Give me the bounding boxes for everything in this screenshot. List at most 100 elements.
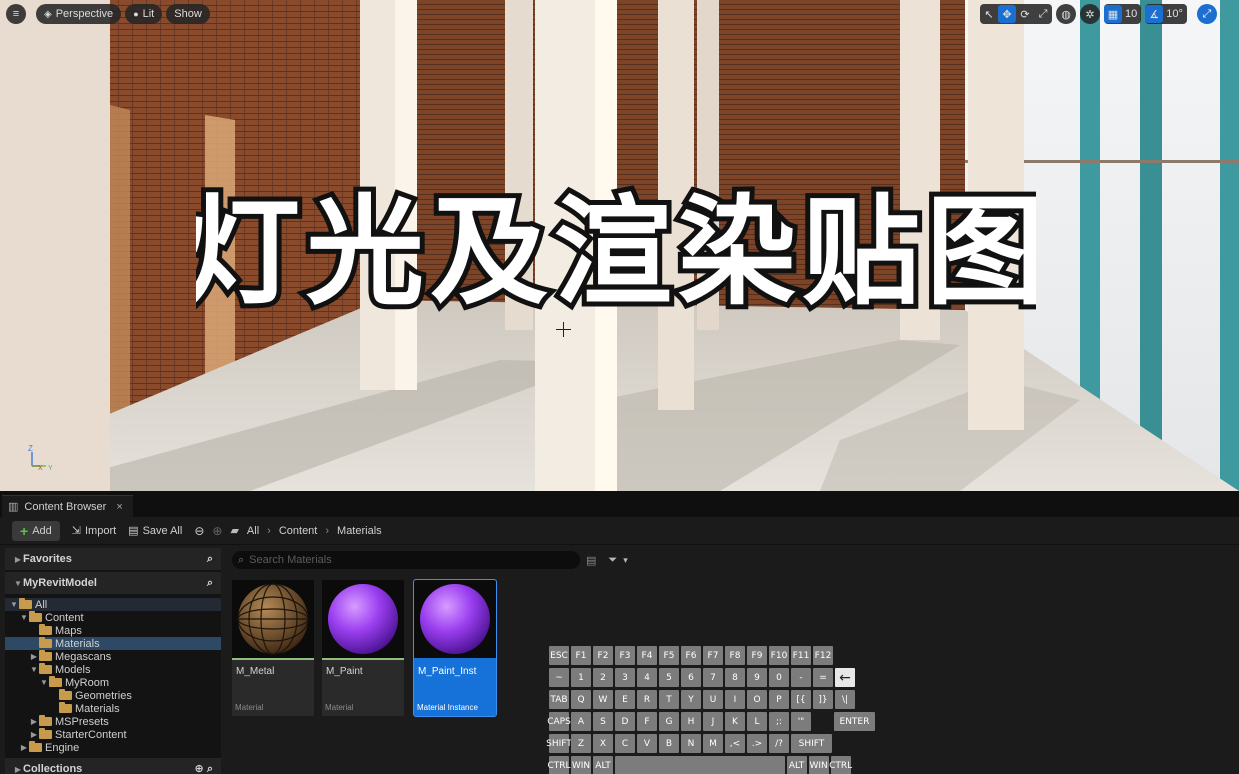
key-ctrl[interactable]: CTRL xyxy=(547,756,571,774)
key-y[interactable]: Y xyxy=(681,690,701,709)
select-tool-icon[interactable]: ↖ xyxy=(980,5,998,23)
project-header[interactable]: ▼MyRevitModel ⌕ xyxy=(5,572,221,594)
key-6[interactable]: 6 xyxy=(681,668,701,687)
key-f5[interactable]: F5 xyxy=(659,646,679,665)
tree-item-megascans[interactable]: ▶ Megascans xyxy=(5,650,221,663)
content-browser-tab[interactable]: ▥ Content Browser × xyxy=(2,495,133,517)
key-f7[interactable]: F7 xyxy=(703,646,723,665)
key-z[interactable]: Z xyxy=(571,734,591,753)
tree-item-maps[interactable]: Maps xyxy=(5,624,221,637)
key-alt[interactable]: ALT xyxy=(786,756,807,774)
breadcrumb-item-content[interactable]: Content xyxy=(279,525,318,537)
key-alt[interactable]: ALT xyxy=(593,756,613,774)
lit-button[interactable]: ● Lit xyxy=(125,4,163,24)
import-button[interactable]: ⇲ Import xyxy=(72,524,116,538)
key-tab[interactable]: TAB xyxy=(549,690,569,709)
key-shift[interactable]: SHIFT xyxy=(546,734,572,753)
level-viewport[interactable]: ≡ ◈ Perspective ● Lit Show ↖ ✥ ⟳ ⤢ ◍ ✲ ▦… xyxy=(0,0,1239,491)
scale-tool-icon[interactable]: ⤢ xyxy=(1034,5,1052,23)
key-1[interactable]: 1 xyxy=(571,668,591,687)
tree-item-models[interactable]: ▼ Models xyxy=(5,663,221,676)
key-q[interactable]: Q xyxy=(571,690,591,709)
key-s[interactable]: S xyxy=(593,712,613,731)
search-materials-box[interactable]: ⌕ xyxy=(232,551,580,569)
key-x[interactable]: X xyxy=(593,734,613,753)
key-3[interactable]: 3 xyxy=(615,668,635,687)
key-f10[interactable]: F10 xyxy=(769,646,789,665)
key-b[interactable]: B xyxy=(659,734,679,753)
search-input[interactable] xyxy=(249,554,550,566)
asset-tile-m-metal[interactable]: M_Metal Material xyxy=(232,580,314,716)
tree-item-materials[interactable]: Materials xyxy=(5,637,221,650)
key-f4[interactable]: F4 xyxy=(637,646,657,665)
key-p[interactable]: P xyxy=(769,690,789,709)
key-l[interactable]: L xyxy=(747,712,767,731)
key-7[interactable]: 7 xyxy=(703,668,723,687)
key-f9[interactable]: F9 xyxy=(747,646,767,665)
world-local-toggle[interactable]: ◍ xyxy=(1056,4,1076,24)
key-f3[interactable]: F3 xyxy=(615,646,635,665)
key-e[interactable]: E xyxy=(615,690,635,709)
key-f11[interactable]: F11 xyxy=(791,646,811,665)
asset-tile-m-paint[interactable]: M_Paint Material xyxy=(322,580,404,716)
translate-tool-icon[interactable]: ✥ xyxy=(998,5,1016,23)
surface-snap-toggle[interactable]: ✲ xyxy=(1080,4,1100,24)
key-9[interactable]: 9 xyxy=(747,668,767,687)
tree-item-myroom-materials[interactable]: Materials xyxy=(5,702,221,715)
key-sym111[interactable]: - xyxy=(791,668,811,687)
key-sym211[interactable]: [{ xyxy=(791,690,811,709)
key-sym212[interactable]: ]} xyxy=(813,690,833,709)
key-f6[interactable]: F6 xyxy=(681,646,701,665)
key-sym10[interactable]: ~ xyxy=(549,668,569,687)
key-2[interactable]: 2 xyxy=(593,668,613,687)
key-win[interactable]: WIN xyxy=(808,756,829,774)
key-w[interactable]: W xyxy=(593,690,613,709)
key-caps[interactable]: CAPS xyxy=(547,712,571,731)
grid-snap-group[interactable]: ▦ 10 xyxy=(1104,4,1142,24)
tree-item-startercontent[interactable]: ▶ StarterContent xyxy=(5,728,221,741)
search-icon[interactable]: ⌕ xyxy=(207,553,213,566)
key-8[interactable]: 8 xyxy=(725,668,745,687)
asset-tile-m-paint-inst[interactable]: M_Paint_Inst Material Instance xyxy=(413,579,497,717)
maximize-viewport-button[interactable]: ⤢ xyxy=(1196,4,1217,24)
key-a[interactable]: A xyxy=(571,712,591,731)
grid-snap-icon[interactable]: ▦ xyxy=(1104,5,1122,23)
save-all-button[interactable]: ▤ Save All xyxy=(128,524,182,538)
key-ctrl[interactable]: CTRL xyxy=(829,756,852,774)
back-history-icon[interactable]: ⊖ xyxy=(194,524,204,538)
key-o[interactable]: O xyxy=(747,690,767,709)
add-button[interactable]: + Add xyxy=(12,520,60,541)
key-sym213[interactable]: \| xyxy=(835,690,855,709)
key-f1[interactable]: F1 xyxy=(571,646,591,665)
viewport-menu-button[interactable]: ≡ xyxy=(6,4,26,24)
favorites-header[interactable]: ▶ Favorites ⌕ xyxy=(5,548,221,570)
key-f12[interactable]: F12 xyxy=(813,646,833,665)
chevron-down-icon[interactable]: ▾ xyxy=(623,555,628,566)
key-t[interactable]: T xyxy=(659,690,679,709)
key-win[interactable]: WIN xyxy=(571,756,591,774)
filter-icon[interactable]: ⏷ xyxy=(608,554,617,567)
add-collection-icon[interactable]: ⊕ xyxy=(195,763,204,774)
key-sym49[interactable]: .> xyxy=(747,734,767,753)
key-h[interactable]: H xyxy=(681,712,701,731)
show-button[interactable]: Show xyxy=(166,4,210,24)
key-sym410[interactable]: /? xyxy=(769,734,789,753)
key-n[interactable]: N xyxy=(681,734,701,753)
key-r[interactable]: R xyxy=(637,690,657,709)
breadcrumb-item-materials[interactable]: Materials xyxy=(337,525,382,537)
key-sym112[interactable]: = xyxy=(813,668,833,687)
key-j[interactable]: J xyxy=(703,712,723,731)
save-search-icon[interactable]: ▤ xyxy=(586,554,596,567)
key-f[interactable]: F xyxy=(637,712,657,731)
key-esc[interactable]: ESC xyxy=(549,646,569,665)
key-enter[interactable]: ENTER xyxy=(834,712,875,731)
angle-snap-group[interactable]: ∡ 10° xyxy=(1145,4,1187,24)
key-k[interactable]: K xyxy=(725,712,745,731)
tree-item-geometries[interactable]: Geometries xyxy=(5,689,221,702)
perspective-button[interactable]: ◈ Perspective xyxy=(36,4,122,24)
tree-item-engine[interactable]: ▶ Engine xyxy=(5,741,221,754)
key-space[interactable] xyxy=(615,756,785,774)
key-4[interactable]: 4 xyxy=(637,668,657,687)
key-d[interactable]: D xyxy=(615,712,635,731)
forward-history-icon[interactable]: ⊕ xyxy=(212,524,222,538)
